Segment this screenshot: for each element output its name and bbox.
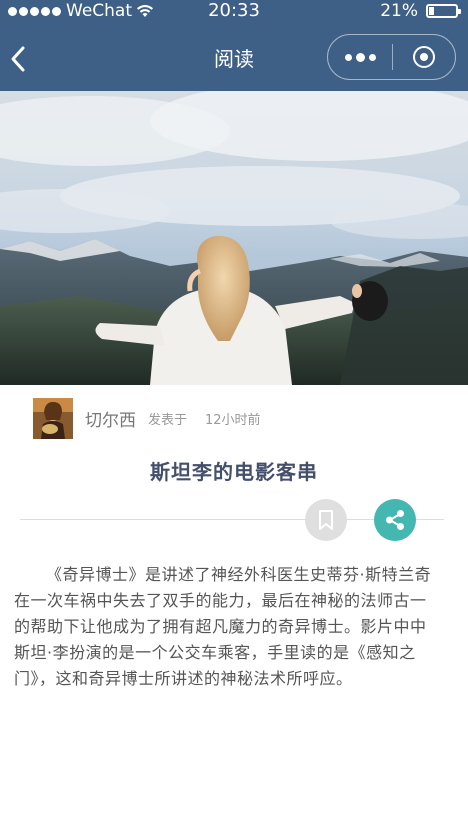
target-close-icon xyxy=(413,46,435,68)
close-miniprogram-button[interactable] xyxy=(393,35,455,79)
article-body: 《奇异博士》是讲述了神经外科医生史蒂芬·斯特兰奇在一次车祸中失去了双手的能力，最… xyxy=(14,565,432,688)
status-bar: WeChat 20:33 21% xyxy=(0,0,468,22)
nav-bar: 阅读 xyxy=(0,28,468,90)
battery-percent: 21% xyxy=(380,1,418,21)
avatar[interactable] xyxy=(33,397,73,439)
status-right: 21% xyxy=(380,0,461,22)
more-button[interactable] xyxy=(328,35,392,79)
share-icon xyxy=(386,510,404,530)
battery-icon xyxy=(426,4,461,18)
bookmark-button[interactable] xyxy=(305,499,347,541)
article-title: 斯坦李的电影客串 xyxy=(150,460,318,484)
share-button[interactable] xyxy=(374,499,416,541)
more-dots-icon xyxy=(344,53,352,61)
posted-label: 发表于 xyxy=(148,412,188,428)
top-bar: WeChat 20:33 21% 阅读 xyxy=(0,0,468,91)
battery-level xyxy=(429,7,434,15)
article-cover-image xyxy=(0,91,468,385)
author-info: 切尔西 发表于 12小时前 xyxy=(33,397,261,439)
bookmark-icon xyxy=(319,510,333,530)
miniprogram-capsule xyxy=(327,34,456,80)
author-name[interactable]: 切尔西 xyxy=(85,406,136,431)
post-time: 12小时前 xyxy=(205,412,261,428)
